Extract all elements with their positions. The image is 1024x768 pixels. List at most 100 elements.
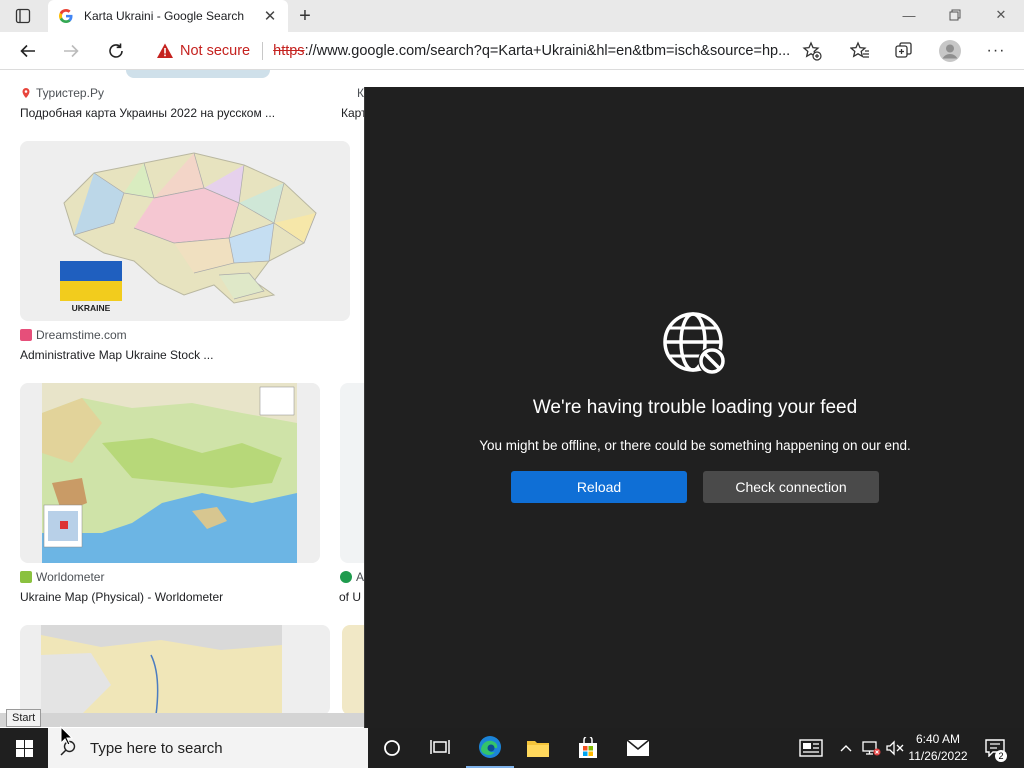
feed-panel: We're having trouble loading your feed Y…	[364, 87, 1024, 728]
browser-toolbar: Not secure https ://www.google.com/searc…	[0, 32, 1024, 70]
site-pin-icon	[22, 88, 30, 98]
dreamstime-icon	[20, 329, 32, 341]
file-explorer-button[interactable]	[514, 728, 562, 768]
minimize-button[interactable]: —	[886, 0, 932, 30]
clock-time: 6:40 AM	[915, 732, 961, 746]
result-source-label: A	[356, 570, 364, 584]
new-tab-button[interactable]: +	[294, 5, 316, 27]
tab-actions-button[interactable]	[8, 6, 38, 26]
edge-taskbar-button[interactable]	[466, 728, 514, 768]
favorites-button[interactable]	[846, 37, 874, 65]
result-source[interactable]: Worldometer	[20, 570, 104, 584]
horizontal-scrollbar[interactable]	[0, 713, 364, 727]
result-source-label: К	[357, 86, 364, 100]
site-icon	[340, 571, 352, 583]
close-icon: ✕	[995, 7, 1007, 22]
result-source[interactable]: Туристер.Ру	[20, 86, 104, 100]
tab-close-icon[interactable]: ✕	[262, 8, 278, 25]
folder-icon	[527, 741, 549, 757]
globe-offline-icon	[663, 312, 726, 375]
check-connection-button[interactable]: Check connection	[703, 471, 879, 503]
url-text: ://www.google.com/search?q=Karta+Ukraini…	[304, 43, 791, 59]
flag-caption: UKRAINE	[71, 303, 111, 313]
clock[interactable]: 6:40 AM 11/26/2022	[900, 731, 976, 765]
feed-error-heading: We're having trouble loading your feed	[532, 397, 858, 418]
result-title-partial[interactable]: of U	[339, 590, 364, 604]
taskbar: Type here to search 6:40 AM 11/26/2022 2	[0, 728, 1024, 768]
minimize-icon: —	[902, 7, 916, 23]
avatar-icon	[939, 40, 961, 62]
refresh-icon	[109, 43, 123, 58]
image-results-panel: Туристер.Ру Подробная карта Украины 2022…	[0, 70, 364, 728]
back-button[interactable]	[14, 37, 42, 65]
result-image-admin-map[interactable]: UKRAINE	[20, 141, 350, 321]
notification-count-badge: 2	[995, 750, 1007, 762]
result-title-partial[interactable]: Карт	[341, 106, 364, 120]
cortana-circle-icon	[384, 740, 400, 756]
back-arrow-icon	[20, 44, 35, 58]
chevron-up-icon	[840, 745, 852, 752]
store-button[interactable]	[564, 728, 612, 768]
task-view-button[interactable]	[416, 728, 464, 768]
mail-icon	[626, 739, 650, 756]
windows-logo-icon	[15, 739, 33, 757]
result-image-physical-map[interactable]	[20, 383, 320, 563]
clock-date: 11/26/2022	[908, 749, 968, 763]
result-title[interactable]: Подробная карта Украины 2022 на русском …	[20, 106, 340, 120]
browser-tab-active[interactable]: Karta Ukraini - Google Search ✕	[48, 0, 288, 32]
not-secure-label[interactable]: Not secure	[180, 43, 250, 59]
result-title[interactable]: Administrative Map Ukraine Stock ...	[20, 348, 340, 362]
show-hidden-icons-button[interactable]	[836, 728, 856, 768]
favorites-icon	[850, 41, 869, 58]
more-dots-icon: ···	[986, 42, 1006, 59]
address-bar[interactable]: Not secure https ://www.google.com/searc…	[146, 35, 826, 67]
network-offline-icon	[862, 741, 881, 756]
feed-error-message: You might be offline, or there could be …	[479, 438, 911, 453]
result-source-label: Туристер.Ру	[36, 86, 104, 100]
result-source-label: Dreamstime.com	[36, 328, 127, 342]
network-button[interactable]	[860, 728, 882, 768]
result-image-partial[interactable]	[126, 70, 270, 78]
settings-more-button[interactable]: ···	[982, 37, 1010, 65]
collections-button[interactable]	[890, 37, 918, 65]
reload-button[interactable]: Reload	[511, 471, 687, 503]
worldometer-icon	[20, 571, 32, 583]
result-image-partial[interactable]	[342, 625, 364, 715]
mouse-cursor-icon	[60, 726, 74, 746]
map-partial-illustration	[41, 625, 282, 715]
google-favicon-icon	[58, 8, 74, 24]
result-source-partial[interactable]: A	[340, 570, 364, 584]
result-image-partial[interactable]	[340, 383, 364, 563]
result-image-partial[interactable]	[20, 625, 330, 715]
refresh-button[interactable]	[102, 37, 130, 65]
tab-title: Karta Ukraini - Google Search	[84, 9, 245, 23]
result-source-partial[interactable]: К	[357, 86, 364, 100]
plus-icon: +	[299, 4, 311, 27]
task-view-icon	[430, 740, 450, 754]
start-button[interactable]	[0, 728, 48, 768]
add-favorite-button[interactable]	[798, 37, 826, 65]
profile-button[interactable]	[936, 37, 964, 65]
forward-button[interactable]	[57, 37, 85, 65]
ukraine-flag-icon	[60, 261, 122, 301]
news-widget-button[interactable]	[790, 728, 832, 768]
star-plus-icon	[802, 41, 822, 61]
warning-icon[interactable]	[156, 42, 174, 60]
start-tooltip: Start	[6, 709, 42, 727]
tab-strip: Karta Ukraini - Google Search ✕ + — ✕	[0, 0, 1024, 32]
action-center-button[interactable]	[980, 728, 1010, 768]
store-bag-icon	[579, 737, 597, 758]
close-window-button[interactable]: ✕	[978, 0, 1024, 30]
cortana-button[interactable]	[368, 728, 416, 768]
restore-icon	[949, 9, 961, 21]
restore-button[interactable]	[932, 0, 978, 30]
result-source-label: Worldometer	[36, 570, 105, 584]
physical-map-illustration	[42, 383, 297, 563]
address-separator	[262, 42, 264, 60]
forward-arrow-icon	[64, 44, 79, 58]
news-icon	[799, 739, 823, 757]
mail-button[interactable]	[614, 728, 662, 768]
result-title[interactable]: Ukraine Map (Physical) - Worldometer	[20, 590, 340, 604]
taskbar-search-box[interactable]: Type here to search	[48, 728, 368, 768]
result-source[interactable]: Dreamstime.com	[20, 328, 127, 342]
